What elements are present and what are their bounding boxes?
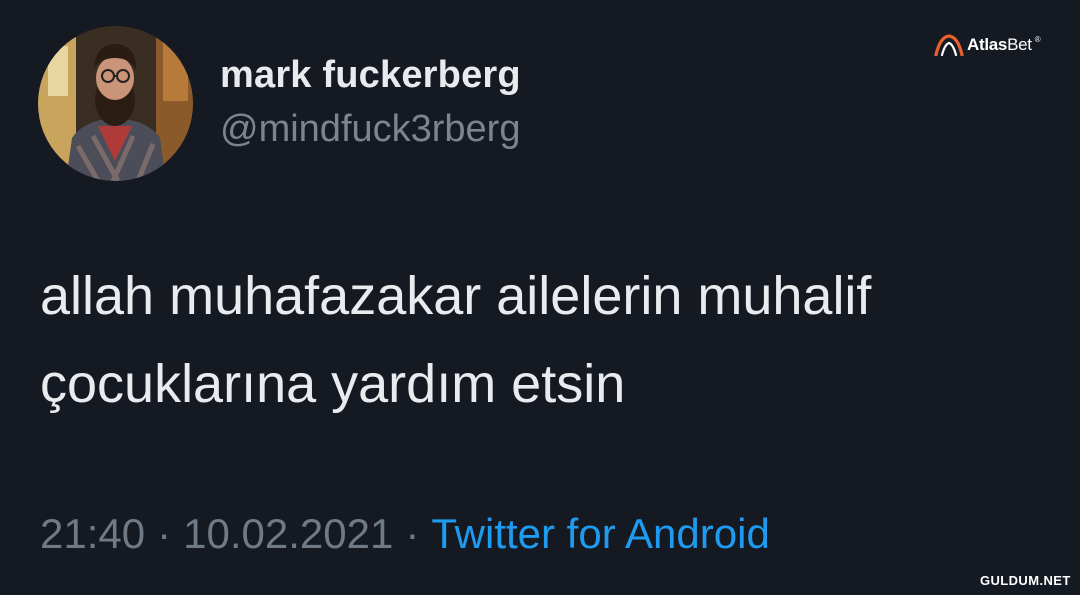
logo-prefix: Atlas [967,35,1008,54]
author-handle[interactable]: @mindfuck3rberg [220,108,520,151]
profile-photo-icon [38,26,193,181]
meta-separator: · [157,510,172,557]
tweet-source-link[interactable]: Twitter for Android [431,510,769,557]
tweet-text-line: çocuklarına yardım etsin [40,354,626,414]
logo-suffix: Bet [1007,35,1032,54]
tweet-date[interactable]: 10.02.2021 [183,510,393,557]
tweet-card: mark fuckerberg @mindfuck3rberg allah mu… [0,0,1080,595]
site-watermark: GULDUM.NET [980,573,1071,588]
meta-separator: · [405,510,420,557]
arch-logo-icon [934,34,964,56]
author-display-name[interactable]: mark fuckerberg [220,54,521,97]
profile-avatar[interactable] [38,26,193,181]
tweet-meta: 21:40 · 10.02.2021 · Twitter for Android [40,510,770,558]
logo-registered-mark: ® [1034,34,1041,44]
atlasbet-logo: AtlasBet ® [934,34,1041,56]
tweet-time[interactable]: 21:40 [40,510,145,557]
tweet-text-line: allah muhafazakar ailelerin muhalif [40,266,872,326]
tweet-body: allah muhafazakar ailelerin muhalif çocu… [40,252,1040,428]
